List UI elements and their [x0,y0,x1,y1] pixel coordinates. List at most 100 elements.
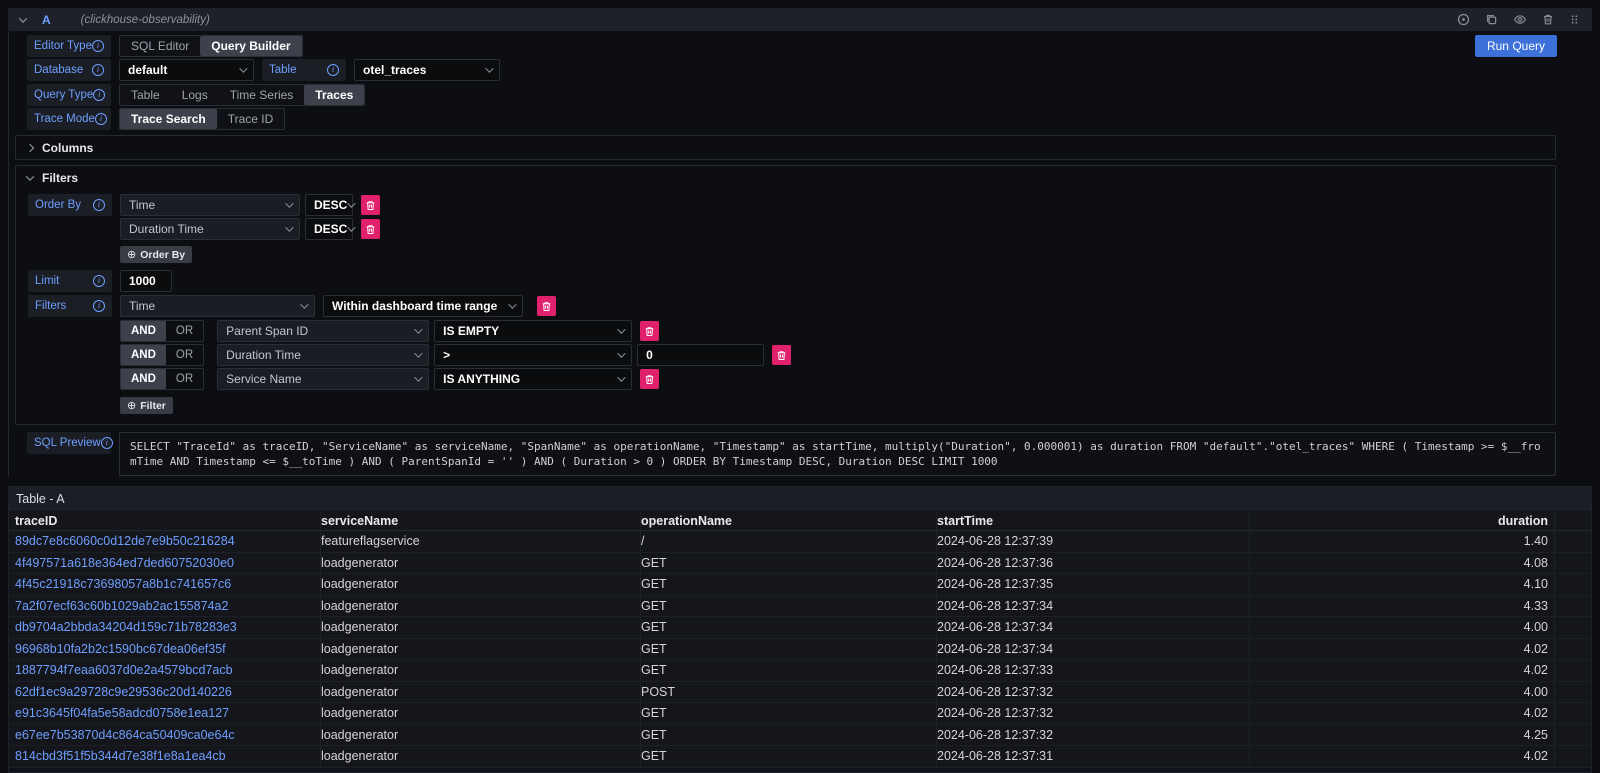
table-row: e91c3645f04fa5e58adcd0758e1ea127 loadgen… [9,703,1591,725]
trace-id-option[interactable]: Trace ID [217,109,285,129]
duration-cell: 4.02 [1250,639,1555,660]
and-or-toggle: AND OR [120,320,204,342]
query-type-traces[interactable]: Traces [304,85,364,105]
remove-time-filter-button[interactable] [537,296,556,316]
collapse-query-icon[interactable] [20,17,26,23]
start-time-cell: 2024-06-28 12:37:36 [937,553,1250,574]
filter-operator-select[interactable]: > [434,344,632,366]
operation-name-cell: GET [641,596,937,617]
table-row: 4f497571a618e364ed7ded60752030e0 loadgen… [9,553,1591,575]
table-panel-title: Table - A [9,487,1591,511]
trace-id-link[interactable]: 4f497571a618e364ed7ded60752030e0 [15,553,321,574]
remove-filter-button[interactable] [640,321,659,341]
database-select[interactable]: default [119,59,254,81]
remove-order-by-button[interactable] [361,195,380,215]
datasource-icon[interactable] [1457,13,1470,26]
time-filter-field-select[interactable]: Time [120,295,315,317]
start-time-cell: 2024-06-28 12:37:34 [937,596,1250,617]
order-by-field-select[interactable]: Time [120,194,300,216]
table-row: 89dc7e8c6060c0d12de7e9b50c216284 feature… [9,531,1591,553]
service-name-cell: loadgenerator [321,574,641,595]
operation-name-cell: GET [641,553,937,574]
trace-id-link[interactable]: 814cbd3f51f5b344d7e38f1e8a1ea4cb [15,746,321,767]
remove-filter-button[interactable] [772,345,791,365]
and-option[interactable]: AND [121,321,166,341]
order-by-direction-select[interactable]: DESC [305,194,353,216]
column-header-operationname[interactable]: operationName [641,511,937,530]
remove-filter-button[interactable] [640,369,659,389]
trace-id-link[interactable]: 7a2f07ecf63c60b1029ab2ac155874a2 [15,596,321,617]
info-icon[interactable]: i [93,89,105,101]
and-option[interactable]: AND [121,345,166,365]
filter-operator-select[interactable]: IS EMPTY [434,320,632,342]
filters-section-header[interactable]: Filters [16,166,1555,189]
table-select[interactable]: otel_traces [354,59,500,81]
add-filter-button[interactable]: ⊕ Filter [120,397,173,414]
query-type-table[interactable]: Table [120,85,171,105]
table-label: Tablei [262,59,346,81]
table-row: 4f45c21918c73698057a8b1c741657c6 loadgen… [9,574,1591,596]
query-type-time-series[interactable]: Time Series [219,85,305,105]
trace-id-link[interactable]: db9704a2bbda34204d159c71b78283e3 [15,617,321,638]
or-option[interactable]: OR [166,345,203,365]
trace-id-link[interactable]: 62df1ec9a29728c9e29536c20d140226 [15,682,321,703]
column-header-traceid[interactable]: traceID [15,511,321,530]
query-ref-name: A [42,13,51,27]
or-option[interactable]: OR [166,369,203,389]
columns-section-header[interactable]: Columns [16,136,1555,159]
trace-id-link[interactable]: e67ee7b53870d4c864ca50409ca0e64c [15,725,321,746]
column-header-servicename[interactable]: serviceName [321,511,641,530]
trace-id-link[interactable]: 89dc7e8c6060c0d12de7e9b50c216284 [15,531,321,552]
sql-editor-option[interactable]: SQL Editor [120,36,200,56]
operation-name-cell: GET [641,725,937,746]
info-icon[interactable]: i [92,40,104,52]
info-icon[interactable]: i [95,113,107,125]
chevron-down-icon [26,172,34,180]
column-header-starttime[interactable]: startTime [937,511,1250,530]
remove-order-by-button[interactable] [361,219,380,239]
info-icon[interactable]: i [101,437,113,449]
filter-condition-row: AND OR Duration Time > [120,344,1555,366]
order-by-direction-select[interactable]: DESC [305,218,353,240]
column-header-duration[interactable]: duration [1250,511,1555,530]
run-query-button[interactable]: Run Query [1475,35,1557,57]
hide-response-eye-icon[interactable] [1513,13,1527,26]
service-name-cell: loadgenerator [321,617,641,638]
drag-handle-icon[interactable] [1569,13,1580,26]
service-name-cell: loadgenerator [321,703,641,724]
trace-id-link[interactable]: 1887794f7eaa6037d0e2a4579bcd7acb [15,660,321,681]
limit-input[interactable] [120,270,172,292]
filter-field-select[interactable]: Service Name [217,368,429,390]
trace-id-link[interactable]: e91c3645f04fa5e58adcd0758e1ea127 [15,703,321,724]
service-name-cell: featureflagservice [321,531,641,552]
time-filter-operator-select[interactable]: Within dashboard time range [323,295,523,317]
and-option[interactable]: AND [121,369,166,389]
duration-cell: 4.10 [1250,574,1555,595]
trace-mode-label: Trace Modei [27,108,111,130]
trace-search-option[interactable]: Trace Search [120,109,217,129]
order-by-field-select[interactable]: Duration Time [120,218,300,240]
duplicate-query-icon[interactable] [1485,13,1498,26]
info-icon[interactable]: i [93,199,105,211]
query-row-header[interactable]: A (clickhouse-observability) [8,8,1592,31]
query-type-logs[interactable]: Logs [171,85,219,105]
trace-id-link[interactable]: 96968b10fa2b2c1590bc67dea06ef35f [15,639,321,660]
filter-field-select[interactable]: Duration Time [217,344,429,366]
filter-value-input[interactable] [637,344,764,366]
table-row: 7a2f07ecf63c60b1029ab2ac155874a2 loadgen… [9,596,1591,618]
trace-id-link[interactable]: 4f45c21918c73698057a8b1c741657c6 [15,574,321,595]
table-row: 814cbd3f51f5b344d7e38f1e8a1ea4cb loadgen… [9,746,1591,768]
filter-operator-select[interactable]: IS ANYTHING [434,368,632,390]
or-option[interactable]: OR [166,321,203,341]
operation-name-cell: GET [641,660,937,681]
add-order-by-button[interactable]: ⊕ Order By [120,246,192,263]
info-icon[interactable]: i [93,300,105,312]
info-icon[interactable]: i [327,64,339,76]
info-icon[interactable]: i [92,64,104,76]
chevron-right-icon [26,143,34,151]
info-icon[interactable]: i [93,275,105,287]
service-name-cell: loadgenerator [321,725,641,746]
filter-field-select[interactable]: Parent Span ID [217,320,429,342]
query-builder-option[interactable]: Query Builder [200,36,301,56]
delete-query-icon[interactable] [1542,13,1554,26]
